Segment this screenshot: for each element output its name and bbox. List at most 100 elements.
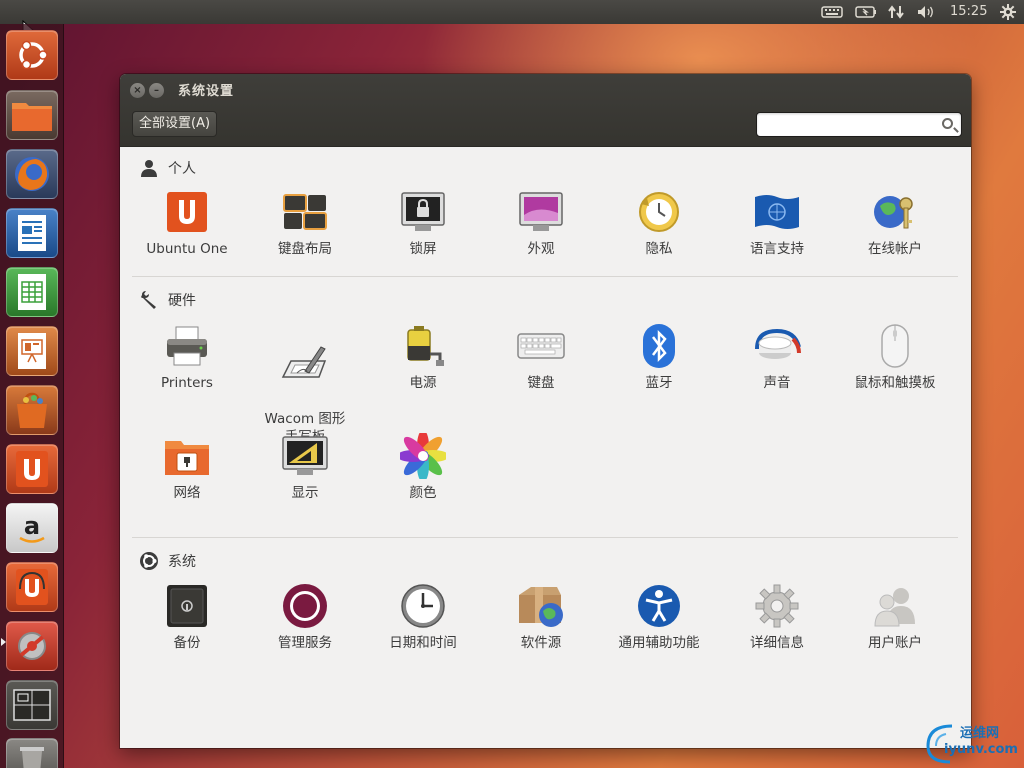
workspace-switcher-launcher-button[interactable] [6,680,58,730]
software-center-launcher-button[interactable] [6,385,58,435]
setting-details[interactable]: 详细信息 [718,582,836,652]
setting-privacy[interactable]: 隐私 [600,188,718,258]
color-wheel-icon [399,432,447,480]
setting-ubuntu-one[interactable]: Ubuntu One [128,188,246,258]
setting-label: 声音 [763,375,791,391]
setting-sound[interactable]: 声音 [718,322,836,392]
network-folder-icon [163,432,211,480]
setting-printers[interactable]: Printers [128,322,246,392]
setting-label: 蓝牙 [645,375,673,391]
volume-icon[interactable] [916,4,938,20]
setting-label: 管理服务 [278,635,332,651]
backup-safe-icon [163,582,211,630]
section-header-system: 系统 [138,551,196,571]
person-icon [138,158,160,178]
dash-home-button[interactable] [6,30,58,80]
setting-appearance[interactable]: 外观 [482,188,600,258]
launcher: a [0,24,64,768]
gear-icon[interactable] [998,4,1018,20]
setting-label: 键盘布局 [278,241,332,257]
section-title: 硬件 [168,293,196,309]
search-input[interactable] [756,112,962,137]
ubuntu-one-icon [163,188,211,236]
settings-tools-icon [18,632,46,660]
setting-label: 显示 [291,485,319,501]
search-icon [942,118,953,129]
online-accounts-icon [871,188,919,236]
section-title: 个人 [168,161,196,177]
watermark-url: iyunv.com [944,742,1018,757]
battery-icon[interactable] [854,4,878,20]
setting-language-support[interactable]: 语言支持 [718,188,836,258]
setting-mouse-touchpad[interactable]: 鼠标和触摸板 [836,322,954,392]
setting-label: 日期和时间 [389,635,457,651]
keyboard-icon[interactable] [820,4,844,20]
wacom-tablet-icon [281,340,329,388]
close-icon[interactable]: × [130,83,145,98]
setting-label: 键盘 [527,375,555,391]
svg-text:a: a [24,512,40,540]
calc-icon [18,274,46,310]
keyboard-icon [517,322,565,370]
system-settings-launcher-button[interactable] [6,621,58,671]
setting-keyboard[interactable]: 键盘 [482,322,600,392]
setting-online-accounts[interactable]: 在线帐户 [836,188,954,258]
ubuntu-one-icon [16,451,48,487]
shopping-bag-icon [17,392,47,428]
setting-display[interactable]: 显示 [246,432,364,502]
settings-content: 个人 Ubuntu One 键盘布局 锁屏 外观 隐私 语言支持 在线帐户 硬件… [120,148,971,748]
setting-label: 语言支持 [750,241,804,257]
setting-keyboard-layout[interactable]: 键盘布局 [246,188,364,258]
setting-landscape-service[interactable]: 管理服务 [246,582,364,652]
privacy-icon [635,188,683,236]
setting-label: 软件源 [520,635,562,651]
user-accounts-icon [871,582,919,630]
setting-power[interactable]: 电源 [364,322,482,392]
site-watermark: 运维网 iyunv.com [922,716,1022,766]
setting-label: 鼠标和触摸板 [854,375,936,391]
system-settings-window: × – 系统设置 全部设置(A) 个人 Ubuntu One 键盘布局 锁屏 外… [120,74,971,748]
all-settings-button[interactable]: 全部设置(A) [132,111,218,137]
files-launcher-button[interactable] [6,90,58,140]
setting-label: 隐私 [645,241,673,257]
setting-label: 网络 [173,485,201,501]
music-store-launcher-button[interactable] [6,562,58,612]
network-icon[interactable] [886,4,906,20]
firefox-launcher-button[interactable] [6,149,58,199]
ubuntu-system-icon [138,551,160,571]
setting-label: 在线帐户 [868,241,922,257]
mouse-icon [871,322,919,370]
keyboard-layout-icon [281,188,329,236]
clock-icon [399,582,447,630]
clock[interactable]: 15:25 [950,4,987,19]
section-header-personal: 个人 [138,158,196,178]
firefox-icon [15,157,49,191]
workspace-icon [13,689,51,721]
setting-accessibility[interactable]: 通用辅助功能 [600,582,718,652]
watermark-title: 运维网 [960,726,1000,741]
section-header-hardware: 硬件 [138,290,196,310]
setting-label: 详细信息 [750,635,804,651]
setting-user-accounts[interactable]: 用户账户 [836,582,954,652]
amazon-icon: a [19,512,45,543]
setting-date-time[interactable]: 日期和时间 [364,582,482,652]
appearance-icon [517,188,565,236]
power-battery-icon [399,322,447,370]
language-flag-icon [753,188,801,236]
printer-icon [163,322,211,370]
writer-icon [18,215,46,251]
setting-backup[interactable]: 备份 [128,582,246,652]
setting-color[interactable]: 颜色 [364,432,482,502]
ubuntu-one-launcher-button[interactable] [6,444,58,494]
minimize-icon[interactable]: – [149,83,164,98]
impress-launcher-button[interactable] [6,326,58,376]
calc-launcher-button[interactable] [6,267,58,317]
setting-bluetooth[interactable]: 蓝牙 [600,322,718,392]
amazon-launcher-button[interactable]: a [6,503,58,553]
setting-software-sources[interactable]: 软件源 [482,582,600,652]
setting-network[interactable]: 网络 [128,432,246,502]
writer-launcher-button[interactable] [6,208,58,258]
trash-launcher-button[interactable] [6,738,58,768]
setting-lock-screen[interactable]: 锁屏 [364,188,482,258]
setting-label: Printers [161,375,213,391]
